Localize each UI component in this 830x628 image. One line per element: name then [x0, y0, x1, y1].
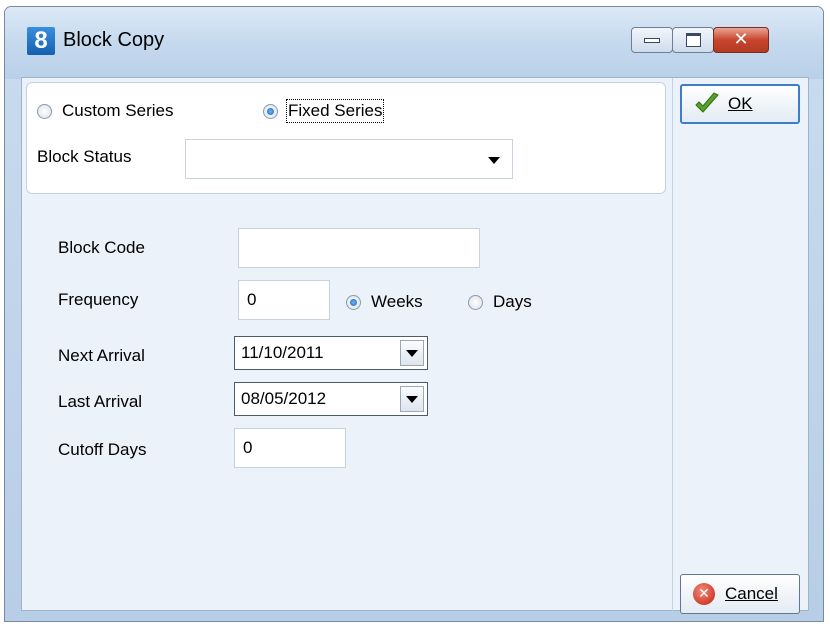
custom-series-label: Custom Series: [62, 101, 174, 120]
last-arrival-picker[interactable]: 08/05/2012: [234, 382, 428, 416]
chevron-down-icon: [406, 349, 418, 357]
chevron-down-icon: [406, 395, 418, 403]
block-status-label: Block Status: [37, 147, 132, 166]
custom-series-radio[interactable]: Custom Series: [37, 101, 173, 121]
ok-button[interactable]: OK: [680, 84, 800, 124]
cancel-button[interactable]: ✕ Cancel: [680, 574, 800, 614]
next-arrival-label: Next Arrival: [58, 346, 145, 365]
cutoff-days-label: Cutoff Days: [58, 440, 147, 459]
frequency-label: Frequency: [58, 290, 139, 309]
chevron-down-icon: [488, 157, 500, 164]
days-radio[interactable]: Days: [468, 292, 532, 312]
cutoff-days-input[interactable]: 0: [234, 428, 346, 468]
frequency-input[interactable]: 0: [238, 280, 330, 320]
days-radio-dot: [468, 294, 483, 310]
minimize-icon: [644, 37, 660, 43]
dialog-window: 8 Block Copy ✕ Custom Series Fixed Serie…: [4, 6, 824, 622]
custom-series-radio-dot: [37, 103, 52, 119]
cancel-icon: ✕: [693, 583, 715, 605]
dialog-body: Custom Series Fixed Series Block Status …: [21, 77, 809, 614]
fixed-series-label: Fixed Series: [285, 99, 385, 123]
weeks-radio[interactable]: Weeks: [346, 292, 423, 312]
last-arrival-label: Last Arrival: [58, 392, 143, 411]
last-arrival-dropdown-button[interactable]: [400, 386, 424, 412]
app-icon: 8: [27, 27, 55, 55]
series-panel: Custom Series Fixed Series Block Status: [26, 82, 666, 194]
close-icon: ✕: [733, 29, 749, 50]
weeks-label: Weeks: [371, 292, 423, 311]
close-button[interactable]: ✕: [713, 27, 769, 53]
minimize-button[interactable]: [631, 27, 673, 53]
maximize-button[interactable]: [672, 27, 714, 53]
fixed-series-radio-dot: [263, 103, 278, 119]
button-column-divider: [672, 78, 673, 612]
last-arrival-value: 08/05/2012: [241, 389, 327, 408]
block-status-dropdown[interactable]: [185, 139, 513, 179]
cancel-label: Cancel: [725, 584, 778, 603]
ok-label: OK: [728, 94, 753, 113]
next-arrival-dropdown-button[interactable]: [400, 340, 424, 366]
next-arrival-picker[interactable]: 11/10/2011: [234, 336, 428, 370]
next-arrival-value: 11/10/2011: [241, 343, 324, 362]
block-code-input[interactable]: [238, 228, 480, 268]
block-code-label: Block Code: [58, 238, 145, 257]
fixed-series-radio[interactable]: Fixed Series: [263, 99, 385, 123]
title-bar[interactable]: 8 Block Copy ✕: [5, 7, 823, 79]
window-title: Block Copy: [63, 29, 165, 51]
maximize-icon: [685, 33, 701, 47]
days-label: Days: [493, 292, 532, 311]
check-icon: [695, 92, 719, 113]
weeks-radio-dot: [346, 294, 361, 310]
